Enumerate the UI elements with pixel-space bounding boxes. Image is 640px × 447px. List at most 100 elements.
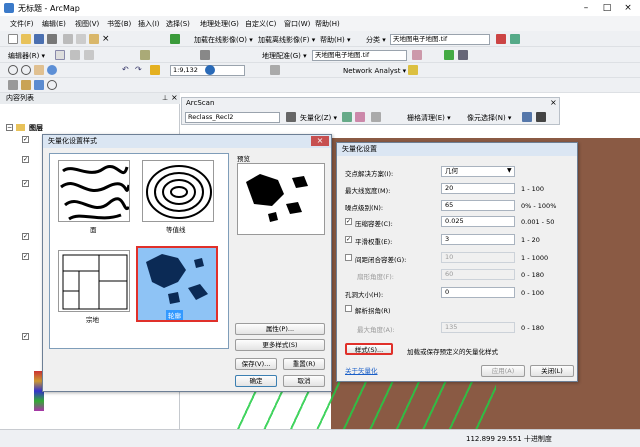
- chevron-down-icon[interactable]: ▼: [507, 167, 512, 174]
- histogram-icon[interactable]: [496, 34, 506, 44]
- menu-help[interactable]: 帮助(H): [315, 19, 340, 29]
- menu-windows[interactable]: 窗口(W): [284, 19, 310, 29]
- raster-snapping-icon[interactable]: [286, 112, 296, 122]
- link-table-icon[interactable]: [458, 50, 468, 60]
- select-connected-cells-icon[interactable]: [522, 112, 532, 122]
- more-styles-button[interactable]: 更多样式(S): [235, 339, 325, 351]
- attributes-icon[interactable]: [200, 50, 210, 60]
- cancel-button[interactable]: 取消: [283, 375, 325, 387]
- gap-closure-input[interactable]: 10: [441, 252, 515, 263]
- menu-view[interactable]: 视图(V): [75, 19, 99, 29]
- about-vectorization-link[interactable]: 关于矢量化: [345, 365, 378, 375]
- max-line-width-input[interactable]: 20: [441, 183, 515, 194]
- toc-list-by-source-icon[interactable]: [21, 80, 31, 90]
- menu-customize[interactable]: 自定义(C): [245, 19, 276, 29]
- close-button[interactable]: ×: [618, 1, 638, 15]
- copy-icon[interactable]: [76, 34, 86, 44]
- print-icon[interactable]: [47, 34, 57, 44]
- vectorize-trace-icon[interactable]: [342, 112, 352, 122]
- properties-button[interactable]: 属性(P)...: [235, 323, 325, 335]
- layer-checkbox-6[interactable]: ✓: [22, 333, 29, 340]
- add-control-points-icon[interactable]: [444, 50, 454, 60]
- max-angle-input[interactable]: 135: [441, 322, 515, 333]
- layer-checkbox-1[interactable]: ✓: [22, 136, 29, 143]
- layer-checkbox-3[interactable]: ✓: [22, 180, 29, 187]
- toc-list-by-drawing-icon[interactable]: [8, 80, 18, 90]
- paste-icon[interactable]: [89, 34, 99, 44]
- smoothing-weight-checkbox[interactable]: ✓: [345, 236, 352, 243]
- hole-size-input[interactable]: 0: [441, 287, 515, 298]
- toc-layers-root[interactable]: 图层: [29, 123, 43, 133]
- smoothing-weight-input[interactable]: 3: [441, 234, 515, 245]
- toc-expand-icon[interactable]: −: [6, 124, 13, 131]
- menu-file[interactable]: 文件(F): [10, 19, 34, 29]
- full-extent-icon[interactable]: [47, 65, 57, 75]
- python-icon[interactable]: [408, 65, 418, 75]
- back-icon[interactable]: ↶: [122, 65, 132, 75]
- georeferencing-menu[interactable]: 地理配准(G) ▾: [262, 51, 307, 61]
- forward-icon[interactable]: ↷: [135, 65, 145, 75]
- noise-level-input[interactable]: 65: [441, 200, 515, 211]
- toc-pin-icon[interactable]: ⊥: [162, 94, 168, 102]
- new-icon[interactable]: [8, 34, 18, 44]
- catalog-icon[interactable]: [34, 80, 44, 90]
- cut-icon[interactable]: [63, 34, 73, 44]
- zoom-in-icon[interactable]: [8, 65, 18, 75]
- georef-layer-combo[interactable]: 天地图电子地图.tif: [312, 50, 407, 61]
- edit-tool-icon[interactable]: [55, 50, 65, 60]
- style-thumb-outlines-selected[interactable]: 轮廓: [136, 246, 218, 322]
- add-data-icon[interactable]: [170, 34, 180, 44]
- menu-geoprocessing[interactable]: 地理处理(G): [200, 19, 239, 29]
- select-features-icon[interactable]: [150, 65, 160, 75]
- layer-checkbox-4[interactable]: ✓: [22, 233, 29, 240]
- classify-menu[interactable]: 分类 ▾: [366, 35, 386, 45]
- cell-selection-menu[interactable]: 像元选择(N) ▾: [467, 113, 511, 123]
- style-dialog-close-button[interactable]: ×: [311, 136, 329, 146]
- load-offline-imagery-menu[interactable]: 加载离线影像(F) ▾: [258, 35, 315, 45]
- gap-closure-checkbox[interactable]: [345, 254, 352, 261]
- load-online-imagery-menu[interactable]: 加载在线影像(O) ▾: [194, 35, 253, 45]
- zoom-out-icon[interactable]: [21, 65, 31, 75]
- identify-icon[interactable]: [205, 65, 215, 75]
- shapes-icon[interactable]: [371, 112, 381, 122]
- menu-insert[interactable]: 插入(I): [138, 19, 160, 29]
- cell-select-arrow-icon[interactable]: [536, 112, 546, 122]
- resolve-corners-checkbox[interactable]: [345, 305, 352, 312]
- reset-button[interactable]: 重置(R): [283, 358, 325, 370]
- generate-features-icon[interactable]: [355, 112, 365, 122]
- vertex-icon[interactable]: [140, 50, 150, 60]
- intersection-solution-select[interactable]: 几何: [441, 166, 515, 177]
- menu-select[interactable]: 选择(S): [166, 19, 190, 29]
- help-menu[interactable]: 帮助(H) ▾: [320, 35, 350, 45]
- close-dialog-button[interactable]: 关闭(L): [530, 365, 574, 377]
- raster-cleanup-menu[interactable]: 栅格清理(E) ▾: [407, 113, 451, 123]
- network-analyst-menu[interactable]: Network Analyst ▾: [343, 67, 406, 75]
- apply-button[interactable]: 应用(A): [481, 365, 525, 377]
- refresh-icon[interactable]: [510, 34, 520, 44]
- arcscan-layer-combo[interactable]: Reclass_Recl2: [185, 112, 280, 123]
- sketch-icon[interactable]: [70, 50, 80, 60]
- search-icon[interactable]: [47, 80, 57, 90]
- arcscan-close-icon[interactable]: ×: [550, 98, 557, 107]
- open-icon[interactable]: [21, 34, 31, 44]
- style-thumb-contours[interactable]: [142, 160, 214, 222]
- minimize-button[interactable]: –: [576, 1, 596, 15]
- vectorization-menu[interactable]: 矢量化(Z) ▾: [300, 113, 337, 123]
- pan-icon[interactable]: [34, 65, 44, 75]
- style-thumb-polygons[interactable]: [58, 160, 130, 222]
- toc-close-icon[interactable]: ×: [171, 93, 178, 102]
- ok-button[interactable]: 确定: [235, 375, 277, 387]
- compression-tolerance-input[interactable]: 0.025: [441, 216, 515, 227]
- layer-checkbox-2[interactable]: ✓: [22, 156, 29, 163]
- maximize-button[interactable]: □: [597, 1, 617, 15]
- fan-angle-input[interactable]: 60: [441, 269, 515, 280]
- rotate-icon[interactable]: [412, 50, 422, 60]
- menu-bookmarks[interactable]: 书签(B): [107, 19, 131, 29]
- layer-checkbox-5[interactable]: ✓: [22, 253, 29, 260]
- classify-layer-combo[interactable]: 天地图电子地图.tif: [390, 34, 490, 45]
- split-icon[interactable]: [84, 50, 94, 60]
- measure-icon[interactable]: [270, 65, 280, 75]
- delete-icon[interactable]: ×: [102, 34, 112, 44]
- menu-edit[interactable]: 编辑(E): [42, 19, 66, 29]
- compression-tolerance-checkbox[interactable]: ✓: [345, 218, 352, 225]
